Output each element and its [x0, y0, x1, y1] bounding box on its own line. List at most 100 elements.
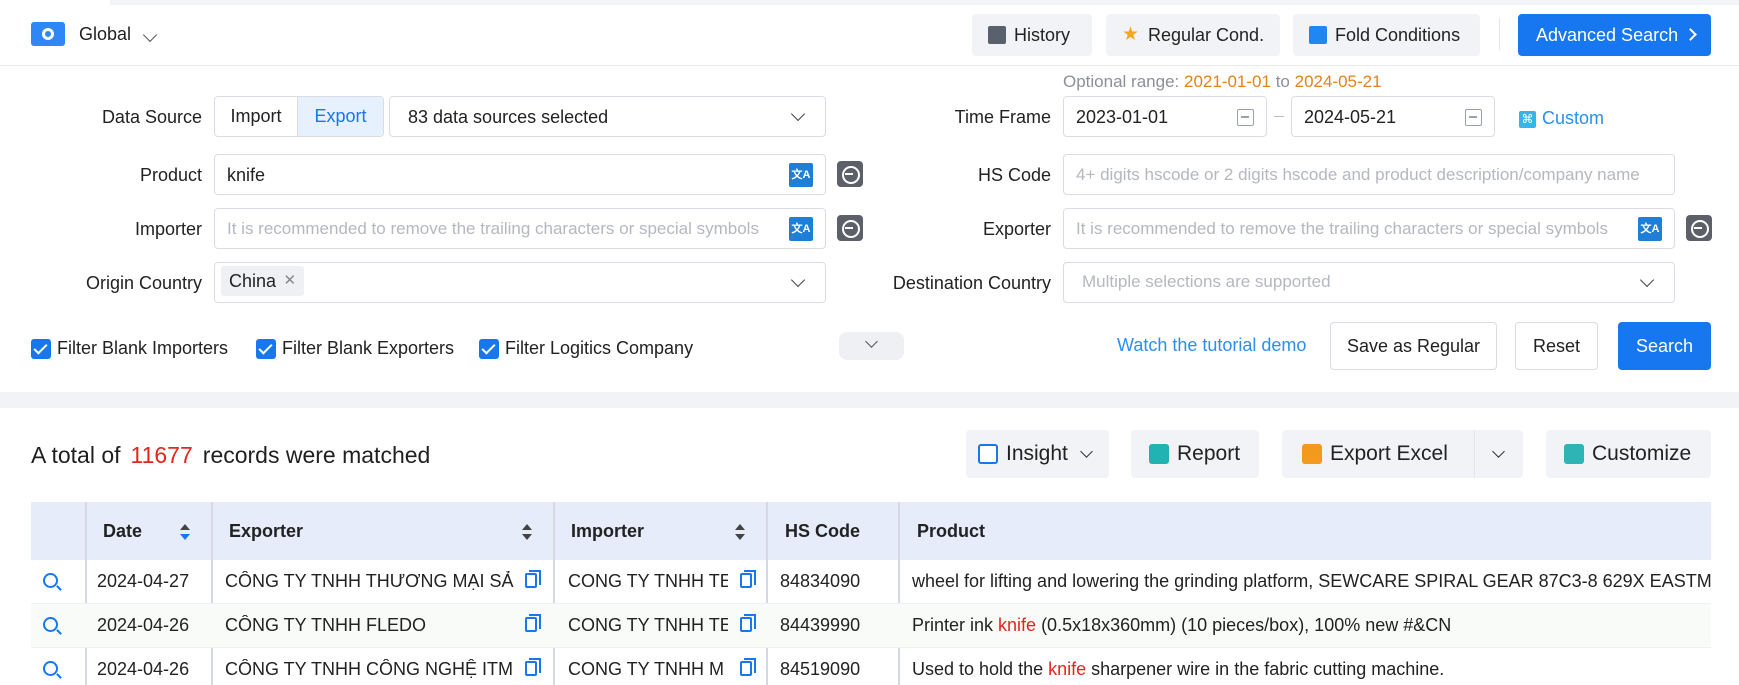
globe-icon[interactable]	[31, 22, 65, 46]
toolbar-divider	[1499, 18, 1500, 50]
product-text: Used to hold the	[912, 659, 1049, 679]
expand-more-button[interactable]	[839, 332, 904, 360]
hs-code-input[interactable]: 4+ digits hscode or 2 digits hscode and …	[1063, 154, 1675, 195]
fuzzy-search-icon[interactable]	[1686, 215, 1712, 241]
regular-conditions-button[interactable]: ★ Regular Cond.	[1106, 14, 1280, 56]
export-toggle[interactable]: Export	[298, 97, 383, 136]
product-text: sharpener wire in the fabric cutting mac…	[1086, 659, 1445, 679]
chevron-down-icon	[1080, 444, 1093, 458]
filter-blank-exporters-label: Filter Blank Exporters	[282, 338, 455, 358]
chevron-down-icon[interactable]	[142, 27, 158, 43]
column-header-product[interactable]: Product	[917, 502, 985, 560]
date-from-input[interactable]: 2023-01-01	[1063, 96, 1267, 137]
copy-icon[interactable]	[740, 614, 756, 632]
translate-icon[interactable]: 文A	[789, 163, 813, 187]
origin-chip[interactable]: China ✕	[221, 266, 305, 296]
product-label: Product	[139, 165, 202, 185]
destination-country-select[interactable]: Multiple selections are supported	[1063, 262, 1675, 303]
copy-icon[interactable]	[525, 570, 541, 588]
fuzzy-search-icon[interactable]	[837, 215, 863, 241]
translate-icon[interactable]: 文A	[789, 217, 813, 241]
calendar-icon	[1465, 109, 1482, 126]
cell-exporter[interactable]: CÔNG TY TNHH FLEDO	[225, 615, 525, 636]
destination-country-label: Destination Country	[892, 273, 1051, 293]
importer-input[interactable]: It is recommended to remove the trailing…	[214, 208, 826, 249]
chevron-down-icon	[865, 335, 878, 348]
insight-button[interactable]: Insight	[966, 430, 1109, 478]
export-excel-label: Export Excel	[1330, 442, 1448, 465]
search-icon[interactable]	[43, 573, 58, 588]
hs-code-label: HS Code	[977, 165, 1051, 185]
custom-range-link[interactable]: Custom	[1519, 108, 1604, 129]
column-header-date[interactable]: Date	[103, 502, 142, 560]
data-source-toggle: Import Export	[214, 96, 384, 137]
sort-icon[interactable]	[180, 524, 190, 542]
region-selector[interactable]: Global	[79, 24, 131, 45]
table-header: Date Exporter Importer HS Code Product	[31, 502, 1711, 560]
star-icon: ★	[1122, 24, 1140, 45]
search-icon[interactable]	[43, 617, 58, 632]
column-header-importer[interactable]: Importer	[571, 502, 644, 560]
filter-blank-exporters-checkbox[interactable]: Filter Blank Exporters	[256, 338, 454, 359]
cell-exporter[interactable]: CÔNG TY TNHH THƯƠNG MẠI SẢ	[225, 571, 525, 592]
export-split-divider	[1474, 430, 1475, 478]
filter-blank-importers-label: Filter Blank Importers	[57, 338, 229, 358]
close-icon[interactable]: ✕	[283, 266, 296, 296]
product-text: (0.5x18x360mm) (10 pieces/box), 100% new…	[1036, 615, 1452, 635]
copy-icon[interactable]	[740, 570, 756, 588]
filter-blank-importers-checkbox[interactable]: Filter Blank Importers	[31, 338, 228, 359]
export-excel-button[interactable]: Export Excel	[1282, 430, 1523, 478]
product-highlight: knife	[998, 615, 1037, 635]
trade-search-page: Global History ★ Regular Cond. Fold Cond…	[0, 0, 1739, 685]
optional-range-to: to	[1275, 72, 1290, 91]
search-icon[interactable]	[43, 661, 58, 676]
calendar-icon	[1237, 109, 1254, 126]
hs-code-placeholder: 4+ digits hscode or 2 digits hscode and …	[1076, 165, 1640, 184]
filter-logistics-label: Filter Logitics Company	[505, 338, 694, 358]
history-button[interactable]: History	[972, 14, 1092, 56]
optional-range-prefix: Optional range:	[1063, 72, 1180, 91]
optional-range-end: 2024-05-21	[1294, 72, 1382, 91]
chevron-down-icon	[790, 106, 806, 122]
checkbox-checked-icon	[256, 338, 276, 359]
exporter-input[interactable]: It is recommended to remove the trailing…	[1063, 208, 1675, 249]
data-sources-select[interactable]: 83 data sources selected	[389, 96, 826, 137]
copy-icon[interactable]	[740, 658, 756, 676]
cell-date: 2024-04-26	[97, 659, 190, 679]
translate-icon[interactable]: 文A	[1638, 217, 1662, 241]
cell-importer[interactable]: CONG TY TNHH M	[568, 659, 728, 680]
report-button[interactable]: Report	[1131, 430, 1259, 478]
advanced-search-label: Advanced Search	[1536, 24, 1679, 45]
filter-logistics-checkbox[interactable]: Filter Logitics Company	[479, 338, 693, 359]
fold-conditions-label: Fold Conditions	[1335, 24, 1461, 45]
table-row[interactable]: 2024-04-27 CÔNG TY TNHH THƯƠNG MẠI SẢ CO…	[31, 560, 1711, 604]
insight-label: Insight	[1006, 442, 1068, 465]
fuzzy-search-icon[interactable]	[837, 161, 863, 187]
section-divider	[0, 392, 1739, 408]
cell-product: wheel for lifting and lowering the grind…	[912, 571, 1711, 592]
cell-importer[interactable]: CONG TY TNHH TE	[568, 571, 728, 592]
reset-button[interactable]: Reset	[1515, 322, 1598, 370]
product-input[interactable]: knife 文A	[214, 154, 826, 195]
history-label: History	[1014, 24, 1071, 45]
table-row[interactable]: 2024-04-26 CÔNG TY TNHH FLEDO CONG TY TN…	[31, 604, 1711, 648]
column-header-hs-code[interactable]: HS Code	[785, 502, 860, 560]
cell-exporter[interactable]: CÔNG TY TNHH CÔNG NGHỆ ITM	[225, 659, 525, 680]
save-regular-button[interactable]: Save as Regular	[1330, 322, 1497, 370]
cell-hs-code: 84439990	[780, 615, 861, 635]
origin-country-select[interactable]	[214, 262, 826, 303]
sort-icon[interactable]	[522, 524, 532, 542]
advanced-search-button[interactable]: Advanced Search	[1518, 14, 1711, 56]
tutorial-link[interactable]: Watch the tutorial demo	[1117, 335, 1306, 356]
copy-icon[interactable]	[525, 658, 541, 676]
customize-button[interactable]: Customize	[1546, 430, 1711, 478]
search-button[interactable]: Search	[1618, 322, 1711, 370]
table-row[interactable]: 2024-04-26 CÔNG TY TNHH CÔNG NGHỆ ITM CO…	[31, 648, 1711, 685]
copy-icon[interactable]	[525, 614, 541, 632]
fold-conditions-button[interactable]: Fold Conditions	[1293, 14, 1480, 56]
import-toggle[interactable]: Import	[215, 97, 299, 136]
date-to-input[interactable]: 2024-05-21	[1291, 96, 1495, 137]
cell-importer[interactable]: CONG TY TNHH TE	[568, 615, 728, 636]
sort-icon[interactable]	[735, 524, 745, 542]
column-header-exporter[interactable]: Exporter	[229, 502, 303, 560]
